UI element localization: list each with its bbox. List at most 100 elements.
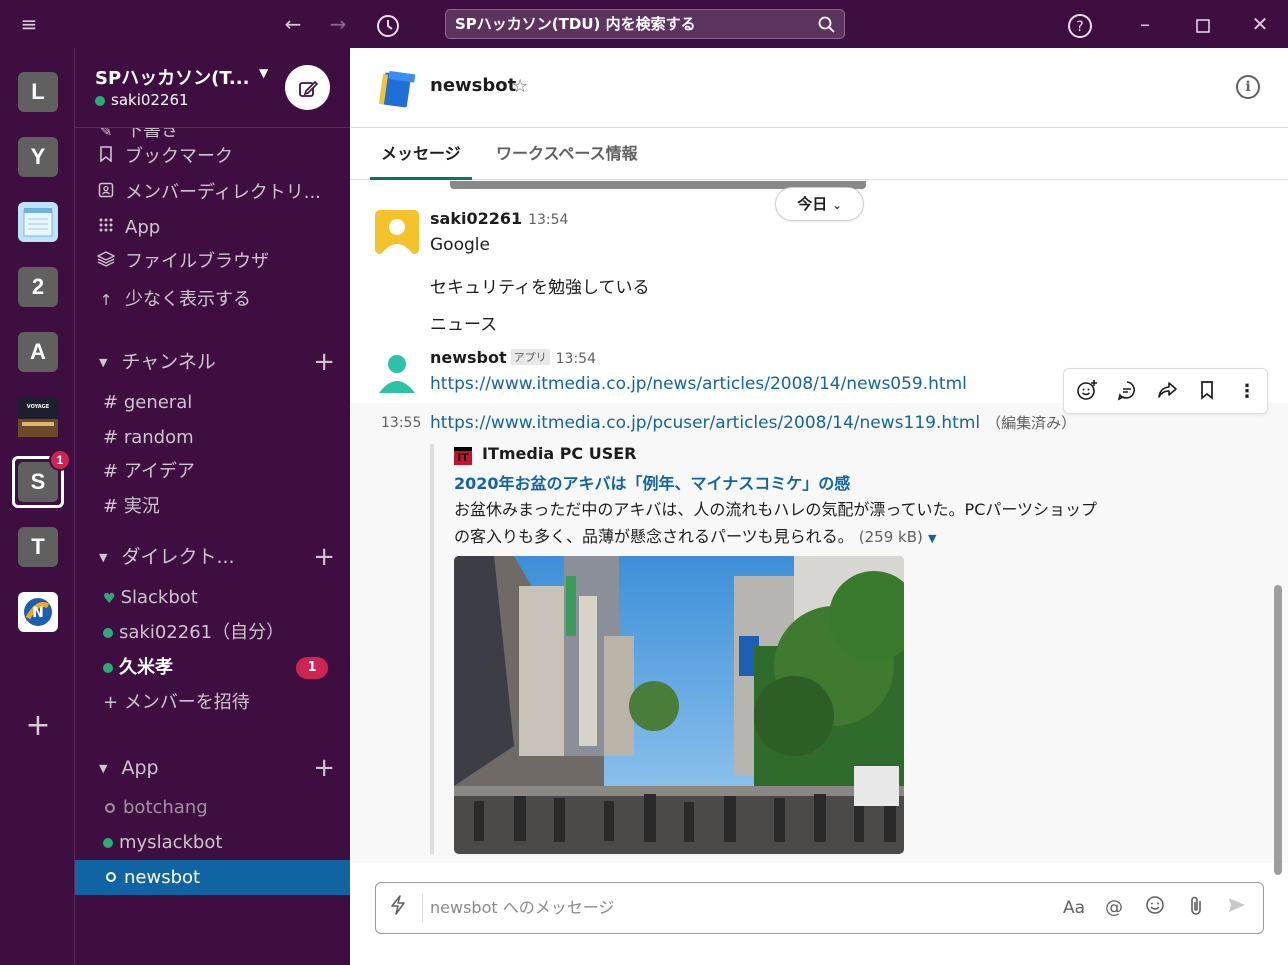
current-user: saki02261 xyxy=(95,91,189,109)
sidebar-item-channel-idea[interactable]: # アイデア xyxy=(103,455,350,489)
scrollbar[interactable] xyxy=(1274,585,1282,875)
workspace-notepad-icon[interactable] xyxy=(18,202,58,242)
sidebar-item-dm-slackbot[interactable]: ♥ Slackbot xyxy=(103,581,350,615)
hash-icon: # xyxy=(103,427,124,448)
send-icon[interactable] xyxy=(1224,895,1250,921)
info-icon[interactable]: i xyxy=(1236,75,1260,99)
online-status-icon xyxy=(95,95,105,106)
add-workspace-icon[interactable]: + xyxy=(23,708,53,743)
message-line: ニュース xyxy=(430,315,498,335)
reply-thread-icon[interactable] xyxy=(1114,379,1140,405)
hash-icon: # xyxy=(103,461,124,482)
message-line: Google xyxy=(430,235,490,255)
workspace-name[interactable]: SPハッカソン(T... xyxy=(95,64,249,90)
dm-section-header[interactable]: ▼ ダイレクト... + xyxy=(99,540,339,574)
sidebar-item-app[interactable]: App xyxy=(95,211,350,245)
sidebar-item-dm-self[interactable]: saki02261（自分） xyxy=(103,616,350,650)
avatar[interactable] xyxy=(375,210,419,254)
workspace-2[interactable]: 2 xyxy=(18,267,58,307)
date-divider-button[interactable]: 今日 ⌄ xyxy=(775,187,864,221)
author-name[interactable]: saki02261 xyxy=(430,209,522,228)
workspace-a[interactable]: A xyxy=(18,332,58,372)
help-icon[interactable]: ? xyxy=(1065,0,1095,48)
sidebar-item-channel-random[interactable]: # random xyxy=(103,421,350,455)
workspace-voyage-icon[interactable]: VOYAGE xyxy=(18,397,58,437)
author-name[interactable]: newsbot xyxy=(430,348,507,367)
hamburger-menu-icon[interactable]: ≡ xyxy=(14,0,44,48)
message-line: セキュリティを勉強している xyxy=(430,278,650,298)
sidebar-item-show-less[interactable]: ↑ 少なく表示する xyxy=(95,283,350,317)
app-name: botchang xyxy=(123,797,208,818)
sidebar-item-file-browser[interactable]: ファイルブラウザ xyxy=(95,245,350,279)
emoji-icon[interactable] xyxy=(1142,895,1168,921)
sidebar-item-member-directory[interactable]: メンバーディレクトリ... xyxy=(95,176,350,210)
add-reaction-icon[interactable] xyxy=(1074,379,1100,405)
workspace-l[interactable]: L xyxy=(18,72,58,112)
sidebar-item-invite[interactable]: + メンバーを招待 xyxy=(103,686,350,720)
member-directory-icon xyxy=(95,176,117,210)
shortcuts-bolt-icon[interactable] xyxy=(390,895,406,920)
star-icon[interactable]: ☆ xyxy=(512,76,528,97)
message-composer[interactable]: newsbot へのメッセージ Aa @ xyxy=(375,882,1264,934)
back-arrow-icon[interactable]: ← xyxy=(278,0,308,48)
tab-messages[interactable]: メッセージ xyxy=(370,128,472,180)
workspace-t[interactable]: T xyxy=(18,527,58,567)
collapse-caret-icon[interactable]: ▼ xyxy=(928,532,936,545)
avatar[interactable] xyxy=(375,349,419,393)
workspace-y[interactable]: Y xyxy=(18,137,58,177)
sidebar-item-dm-kume[interactable]: 久米孝 1 xyxy=(103,651,350,685)
compose-button[interactable] xyxy=(285,65,330,110)
sidebar-item-channel-live[interactable]: # 実況 xyxy=(103,490,350,524)
svg-text:VOYAGE: VOYAGE xyxy=(27,404,50,410)
channels-section-header[interactable]: ▼ チャンネル + xyxy=(99,345,339,379)
svg-text:N: N xyxy=(32,605,44,621)
preview-desc-line: の客入りも多く、品薄が懸念されるパーツも見られる。 (259 kB) ▼ xyxy=(454,523,1174,552)
forward-arrow-icon[interactable]: → xyxy=(323,0,353,48)
bookmark-icon[interactable] xyxy=(1194,379,1220,405)
sidebar-header: SPハッカソン(T... ▼ saki02261 xyxy=(75,48,350,128)
add-dm-icon[interactable]: + xyxy=(313,540,335,574)
format-text-button[interactable]: Aa xyxy=(1061,895,1087,921)
sidebar-item-bookmarks[interactable]: ブックマーク xyxy=(95,140,350,174)
close-icon[interactable]: ✕ xyxy=(1245,0,1275,48)
tab-workspace-info[interactable]: ワークスペース情報 xyxy=(496,128,638,180)
minimize-icon[interactable]: – xyxy=(1130,0,1160,48)
add-app-icon[interactable]: + xyxy=(313,751,335,785)
layers-icon xyxy=(95,245,117,279)
online-status-icon xyxy=(103,838,113,848)
preview-title[interactable]: 2020年お盆のアキバは「例年、マイナスコミケ」の感 xyxy=(454,470,850,494)
edited-label: （編集済み） xyxy=(986,414,1077,432)
share-icon[interactable] xyxy=(1154,379,1180,405)
sidebar-item-app-newsbot[interactable]: newsbot xyxy=(75,860,350,895)
maximize-icon[interactable] xyxy=(1188,0,1218,48)
newsbot-avatar-icon[interactable] xyxy=(377,68,416,108)
mention-icon[interactable]: @ xyxy=(1101,895,1127,921)
attachment-icon[interactable] xyxy=(1183,895,1209,921)
channel-name[interactable]: newsbot xyxy=(430,75,516,96)
workspace-logo-icon[interactable]: N xyxy=(18,592,58,632)
message-timestamp[interactable]: 13:54 xyxy=(528,212,568,228)
online-status-icon xyxy=(103,663,113,673)
sidebar-item-app-myslackbot[interactable]: myslackbot xyxy=(103,826,350,860)
section-title: ダイレクト... xyxy=(121,546,235,568)
search-input[interactable]: SPハッカソン(TDU) 内を検索する xyxy=(445,9,845,39)
more-actions-icon[interactable]: ⋮ xyxy=(1234,379,1260,405)
message-timestamp[interactable]: 13:55 xyxy=(381,415,421,431)
caret-down-icon: ▼ xyxy=(99,550,108,564)
message-link[interactable]: https://www.itmedia.co.jp/pcuser/article… xyxy=(430,413,980,433)
workspace-s-active[interactable]: S 1 xyxy=(12,449,71,508)
message-timestamp[interactable]: 13:54 xyxy=(556,351,596,367)
sidebar-item-app-botchang[interactable]: botchang xyxy=(105,791,350,825)
history-clock-icon[interactable] xyxy=(373,0,403,48)
main-panel: newsbot ☆ i メッセージ ワークスペース情報 今日 ⌄ saki022… xyxy=(350,48,1288,965)
sidebar-item-channel-general[interactable]: # general xyxy=(103,386,350,420)
section-title: チャンネル xyxy=(121,351,216,373)
app-section-header[interactable]: ▼ App + xyxy=(99,751,339,785)
section-title: App xyxy=(121,757,159,779)
svg-text:?: ? xyxy=(1076,19,1083,35)
preview-image[interactable] xyxy=(454,556,904,854)
message-link[interactable]: https://www.itmedia.co.jp/news/articles/… xyxy=(430,374,967,394)
chevron-down-icon[interactable]: ▼ xyxy=(259,66,268,80)
message-input[interactable]: newsbot へのメッセージ xyxy=(430,883,614,933)
add-channel-icon[interactable]: + xyxy=(313,345,335,379)
